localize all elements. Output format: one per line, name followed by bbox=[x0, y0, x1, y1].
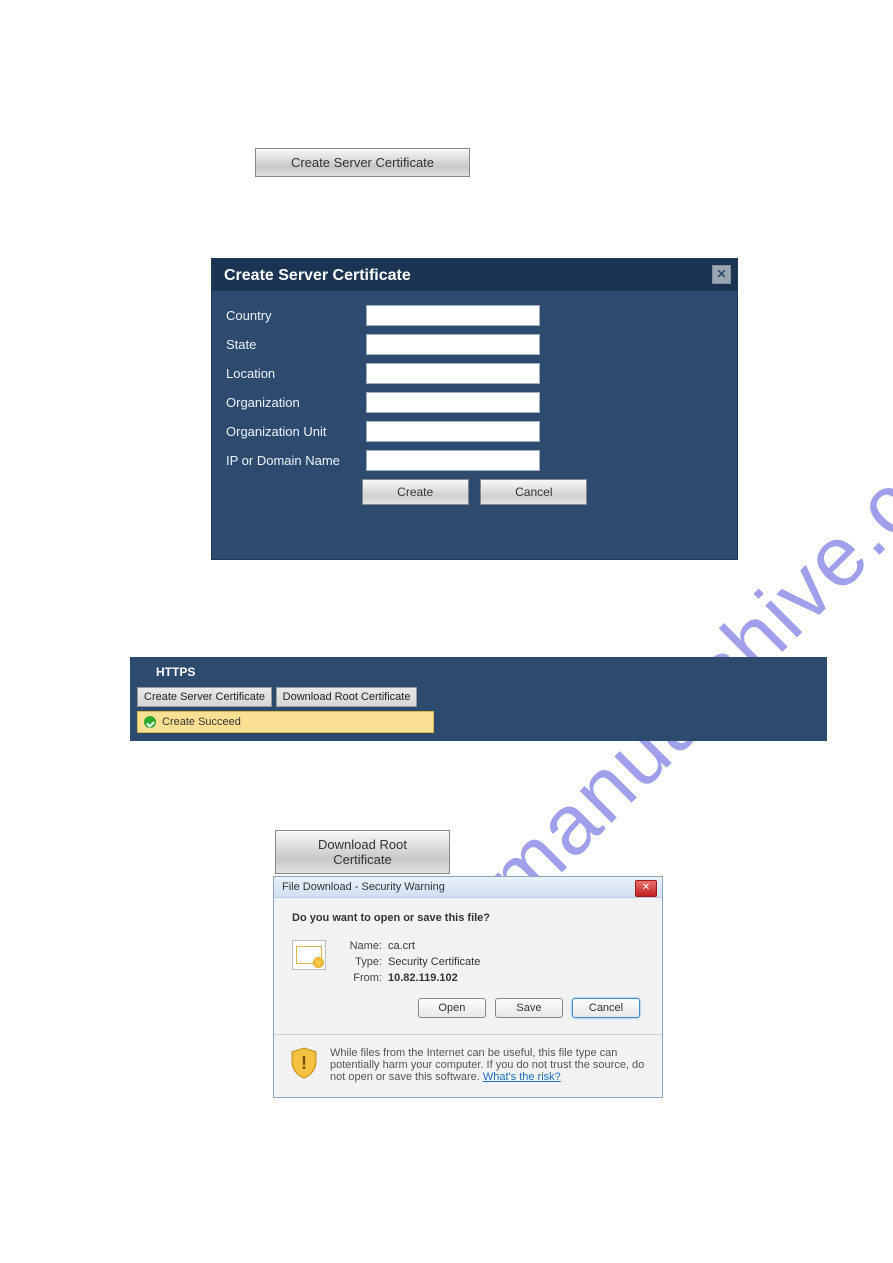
modal-body: Country State Location Organization Orga… bbox=[212, 291, 737, 505]
https-panel: HTTPS Create Server Certificate Download… bbox=[130, 657, 827, 741]
warning-text-block: While files from the Internet can be use… bbox=[330, 1047, 646, 1083]
name-value: ca.crt bbox=[388, 940, 415, 952]
country-label: Country bbox=[226, 308, 366, 323]
org-unit-label: Organization Unit bbox=[226, 424, 366, 439]
country-input[interactable] bbox=[366, 305, 540, 326]
cancel-button[interactable]: Cancel bbox=[480, 479, 587, 505]
create-button[interactable]: Create bbox=[362, 479, 469, 505]
dialog-title: File Download - Security Warning bbox=[282, 881, 445, 893]
shield-warning-icon: ! bbox=[290, 1047, 318, 1079]
open-button[interactable]: Open bbox=[418, 998, 486, 1018]
organization-input[interactable] bbox=[366, 392, 540, 413]
check-icon bbox=[144, 716, 156, 728]
success-text: Create Succeed bbox=[162, 716, 241, 728]
svg-text:!: ! bbox=[301, 1053, 307, 1073]
file-details: Name: ca.crt Type: Security Certificate Fr… bbox=[340, 940, 480, 988]
type-value: Security Certificate bbox=[388, 956, 480, 968]
create-server-cert-modal: Create Server Certificate ✕ Country Stat… bbox=[211, 258, 738, 560]
dialog-title-bar: File Download - Security Warning ✕ bbox=[274, 877, 662, 898]
close-icon[interactable]: ✕ bbox=[635, 880, 657, 897]
modal-title-bar: Create Server Certificate ✕ bbox=[212, 259, 737, 291]
security-warning-row: ! While files from the Internet can be u… bbox=[274, 1034, 662, 1097]
org-unit-input[interactable] bbox=[366, 421, 540, 442]
from-label: From: bbox=[340, 972, 382, 984]
whats-the-risk-link[interactable]: What's the risk? bbox=[483, 1071, 561, 1083]
type-label: Type: bbox=[340, 956, 382, 968]
state-input[interactable] bbox=[366, 334, 540, 355]
ip-domain-input[interactable] bbox=[366, 450, 540, 471]
save-button[interactable]: Save bbox=[495, 998, 563, 1018]
create-server-cert-button[interactable]: Create Server Certificate bbox=[137, 687, 272, 707]
name-label: Name: bbox=[340, 940, 382, 952]
modal-title: Create Server Certificate bbox=[224, 267, 411, 284]
cancel-button[interactable]: Cancel bbox=[572, 998, 640, 1018]
state-label: State bbox=[226, 337, 366, 352]
download-root-cert-button[interactable]: Download Root Certificate bbox=[276, 687, 418, 707]
organization-label: Organization bbox=[226, 395, 366, 410]
certificate-icon bbox=[292, 940, 326, 970]
create-server-cert-button-top[interactable]: Create Server Certificate bbox=[255, 148, 470, 177]
location-label: Location bbox=[226, 366, 366, 381]
dialog-question: Do you want to open or save this file? bbox=[292, 912, 644, 924]
location-input[interactable] bbox=[366, 363, 540, 384]
from-value: 10.82.119.102 bbox=[388, 972, 458, 984]
close-icon[interactable]: ✕ bbox=[712, 265, 731, 284]
success-message-bar: Create Succeed bbox=[137, 711, 434, 733]
https-title: HTTPS bbox=[130, 657, 827, 687]
file-download-dialog: File Download - Security Warning ✕ Do yo… bbox=[273, 876, 663, 1098]
ip-domain-label: IP or Domain Name bbox=[226, 453, 366, 468]
download-root-cert-button-standalone[interactable]: Download Root Certificate bbox=[275, 830, 450, 874]
